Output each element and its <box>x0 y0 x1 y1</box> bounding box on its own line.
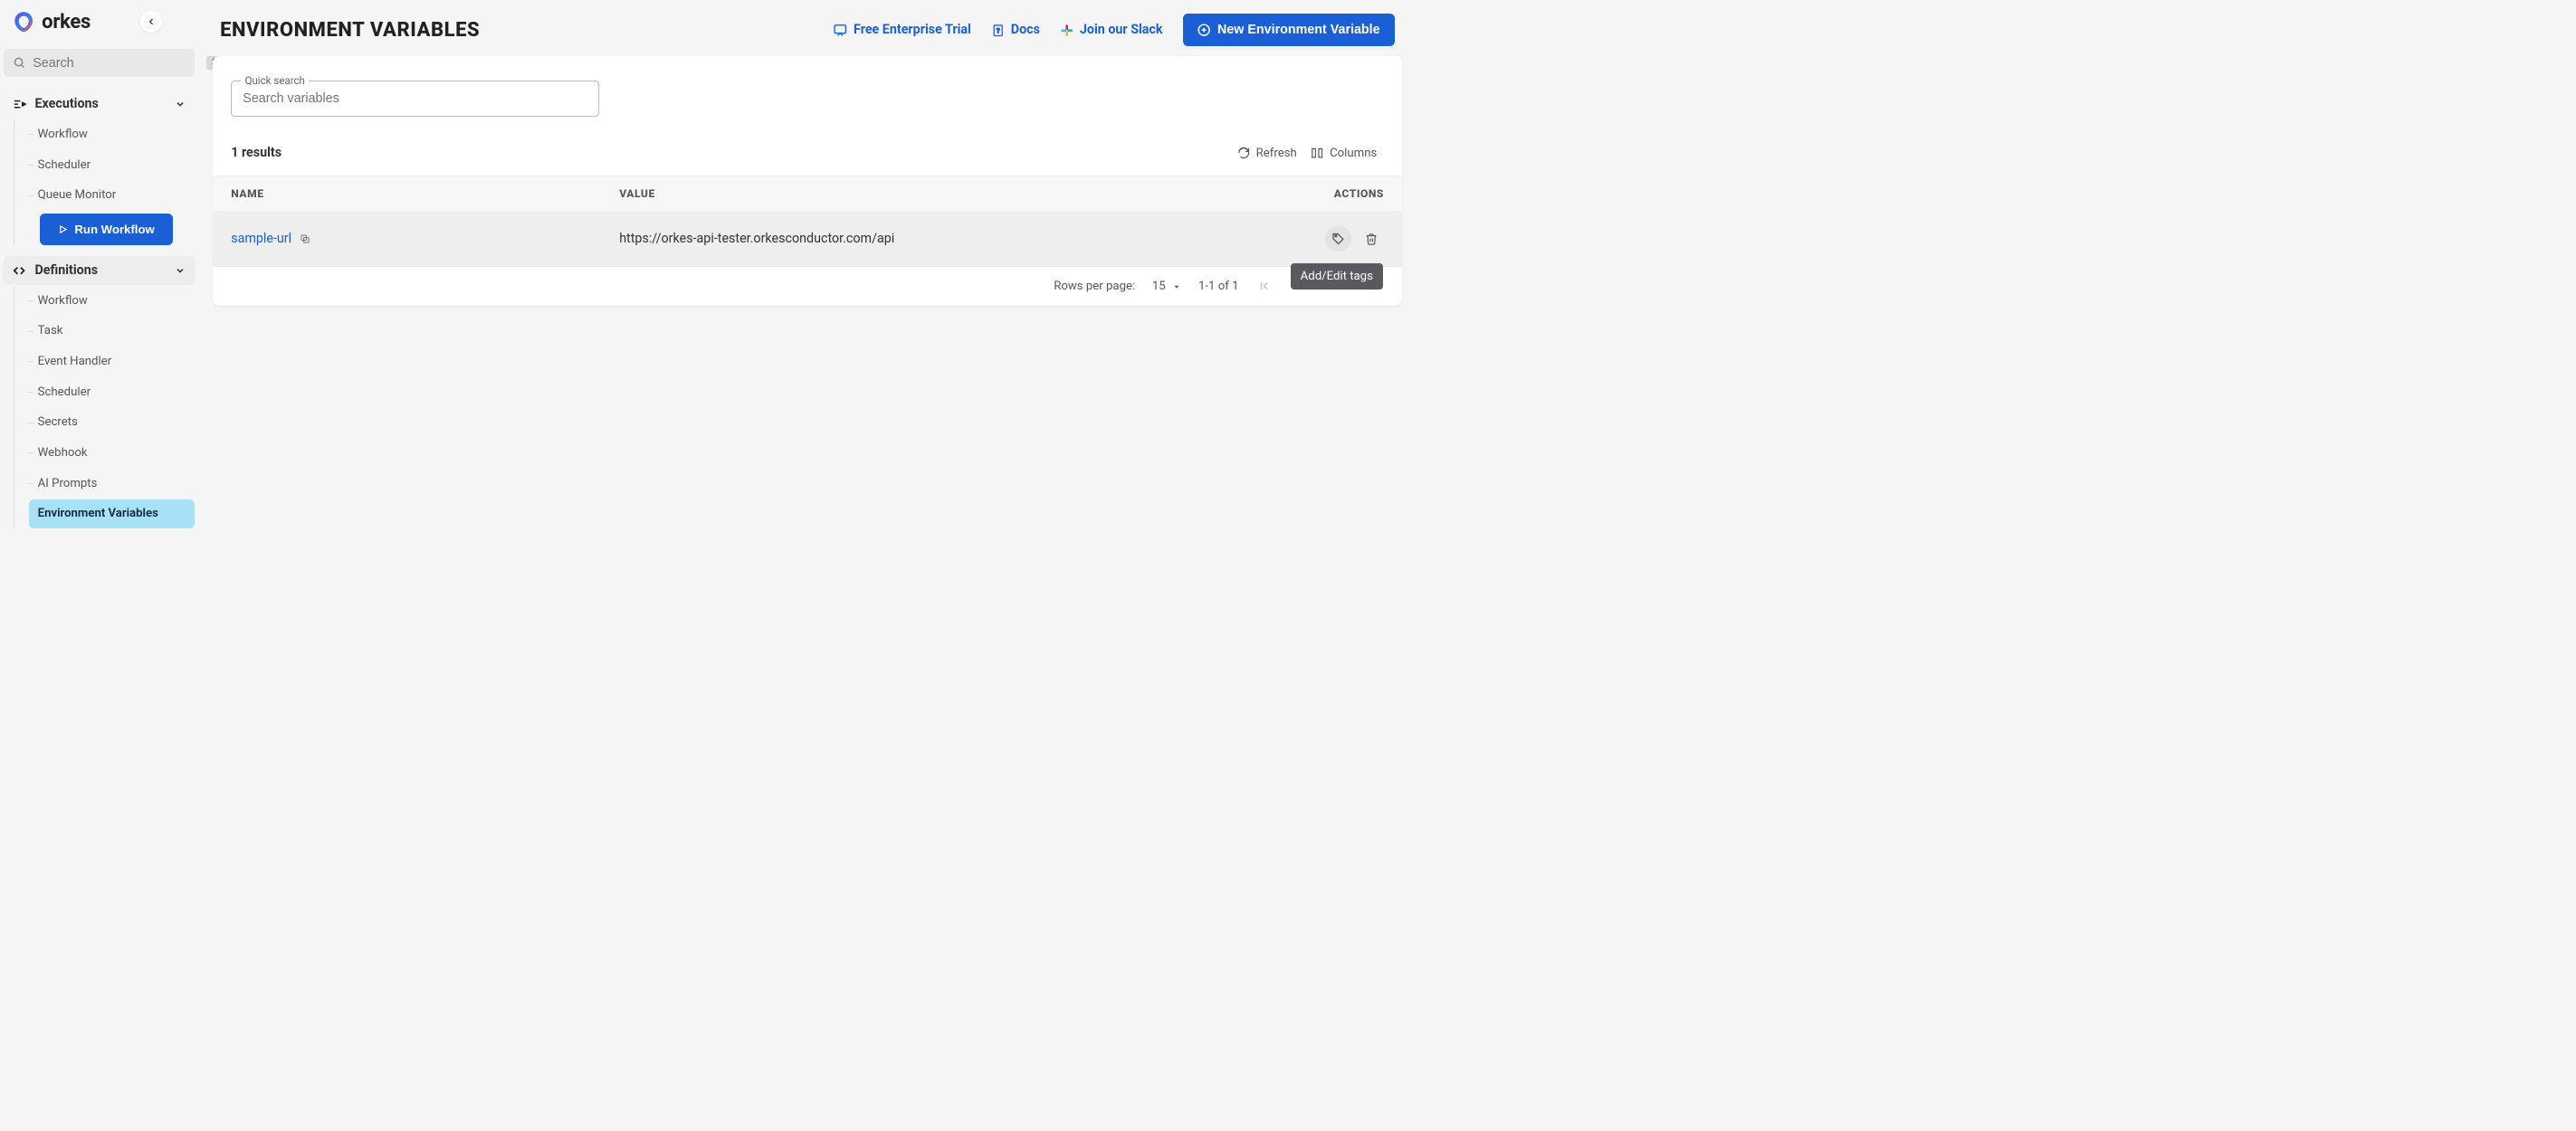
delete-button[interactable] <box>1358 226 1384 252</box>
nav-header-label: Executions <box>34 97 98 111</box>
page-title: ENVIRONMENT VARIABLES <box>220 19 480 42</box>
chevron-down-icon <box>175 99 186 109</box>
copy-icon[interactable] <box>300 233 310 244</box>
free-trial-link[interactable]: Free Enterprise Trial <box>833 23 971 38</box>
new-env-var-label: New Environment Variable <box>1217 23 1380 37</box>
quick-search-input[interactable] <box>243 91 587 106</box>
slack-label: Join our Slack <box>1080 23 1163 37</box>
pagination-range: 1-1 of 1 <box>1198 280 1239 293</box>
rows-per-page-value: 15 <box>1152 280 1166 293</box>
sidebar-search-input[interactable] <box>33 56 199 71</box>
results-count: 1 results <box>231 146 281 160</box>
rows-per-page-label: Rows per page: <box>1054 280 1135 293</box>
quick-search-label: Quick search <box>241 74 309 87</box>
run-workflow-label: Run Workflow <box>74 223 154 236</box>
refresh-button[interactable]: Refresh <box>1230 142 1303 164</box>
slack-icon <box>1060 24 1073 37</box>
plus-circle-icon <box>1197 24 1210 36</box>
content-panel: Quick search 1 results Refresh <box>213 56 1401 306</box>
run-workflow-button[interactable]: Run Workflow <box>40 214 173 245</box>
sidebar-item-event-handler[interactable]: Event Handler <box>29 347 195 376</box>
sidebar-item-webhook[interactable]: Webhook <box>29 438 195 468</box>
main: ENVIRONMENT VARIABLES Free Enterprise Tr… <box>198 0 1417 623</box>
slack-link[interactable]: Join our Slack <box>1060 23 1163 37</box>
sidebar-item-ai-prompts[interactable]: AI Prompts <box>29 469 195 499</box>
nav-header-label: Definitions <box>34 263 98 278</box>
last-page-button[interactable] <box>1363 280 1382 292</box>
sidebar-header: orkes <box>0 5 198 44</box>
th-actions: ACTIONS <box>1304 187 1384 200</box>
results-bar: 1 results Refresh Columns <box>213 130 1401 176</box>
refresh-label: Refresh <box>1256 147 1297 160</box>
dropdown-icon <box>1172 282 1181 291</box>
search-icon <box>13 56 25 69</box>
sidebar-item-workflow-exec[interactable]: Workflow <box>29 119 195 149</box>
env-var-name-link[interactable]: sample-url <box>231 232 291 246</box>
nav-group-definitions: Definitions Workflow Task Event Handler … <box>0 256 198 529</box>
nav-header-definitions[interactable]: Definitions <box>3 256 195 284</box>
tag-icon <box>1331 232 1345 245</box>
nav-group-executions: Executions Workflow Scheduler Queue Moni… <box>0 90 198 253</box>
sidebar-item-workflow-def[interactable]: Workflow <box>29 286 195 316</box>
trash-icon <box>1365 233 1378 245</box>
columns-label: Columns <box>1330 147 1377 160</box>
new-environment-variable-button[interactable]: New Environment Variable <box>1183 14 1396 46</box>
executions-icon <box>13 98 25 110</box>
sidebar-item-task[interactable]: Task <box>29 316 195 346</box>
chevron-left-icon <box>147 17 156 26</box>
next-page-button[interactable] <box>1327 280 1346 292</box>
docs-label: Docs <box>1011 23 1040 37</box>
table-row: sample-url https://orkes-api-tester.orke… <box>213 212 1401 266</box>
nav-header-executions[interactable]: Executions <box>3 90 195 119</box>
sidebar-item-scheduler-exec[interactable]: Scheduler <box>29 150 195 180</box>
tag-button[interactable] <box>1325 226 1351 252</box>
docs-link[interactable]: ? Docs <box>991 23 1040 37</box>
env-var-value: https://orkes-api-tester.orkesconductor.… <box>619 232 1304 246</box>
sidebar-search[interactable]: ⌘ K <box>4 49 194 77</box>
columns-button[interactable]: Columns <box>1303 142 1384 164</box>
topbar: ENVIRONMENT VARIABLES Free Enterprise Tr… <box>198 0 1417 56</box>
chevron-down-icon <box>175 265 186 276</box>
logo-mark-icon <box>12 10 35 33</box>
first-page-button[interactable] <box>1255 280 1274 292</box>
svg-text:?: ? <box>997 26 1000 34</box>
th-value: VALUE <box>619 187 1304 200</box>
free-trial-label: Free Enterprise Trial <box>854 23 971 37</box>
logo-text: orkes <box>42 11 91 33</box>
th-name: NAME <box>231 187 619 200</box>
sidebar-item-scheduler-def[interactable]: Scheduler <box>29 377 195 407</box>
sidebar-item-queue-monitor[interactable]: Queue Monitor <box>29 180 195 210</box>
code-icon <box>13 264 25 277</box>
chat-icon <box>833 23 848 38</box>
docs-icon: ? <box>991 24 1005 37</box>
sidebar: orkes ⌘ K Executions <box>0 0 198 623</box>
table-header: NAME VALUE ACTIONS <box>213 176 1401 212</box>
sidebar-collapse-button[interactable] <box>140 11 162 33</box>
rows-per-page-select[interactable]: 15 <box>1152 280 1181 293</box>
env-var-table: NAME VALUE ACTIONS sample-url https://or… <box>213 176 1401 267</box>
prev-page-button[interactable] <box>1292 280 1311 292</box>
logo[interactable]: orkes <box>12 10 91 33</box>
refresh-icon <box>1237 147 1250 159</box>
sidebar-item-environment-variables[interactable]: Environment Variables <box>29 499 195 529</box>
quick-search-field[interactable]: Quick search <box>231 81 599 117</box>
columns-icon <box>1311 147 1323 159</box>
pagination: Add/Edit tags Rows per page: 15 1-1 of 1 <box>213 267 1401 307</box>
sidebar-item-secrets[interactable]: Secrets <box>29 407 195 437</box>
play-icon <box>58 224 68 234</box>
